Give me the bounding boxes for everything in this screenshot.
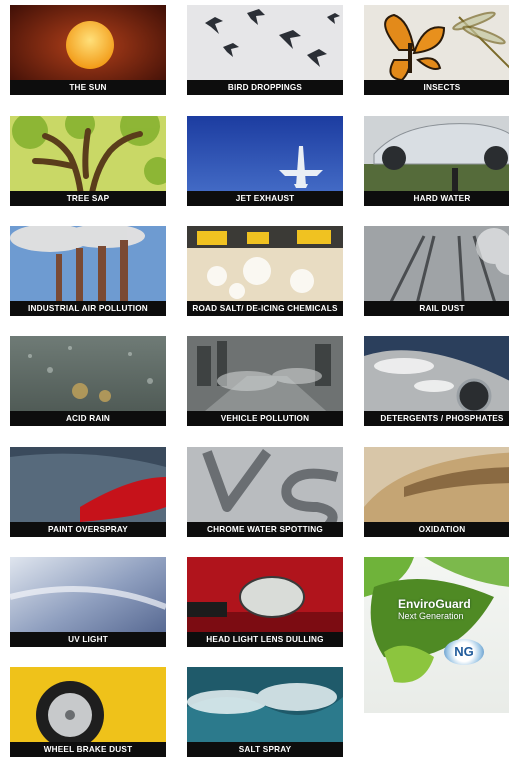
brand-subtitle: Next Generation [398,611,464,621]
tile-road-salt: ROAD SALT/ DE-ICING CHEMICALS [187,226,343,316]
tile-vehicle-pollution: VEHICLE POLLUTION [187,336,343,426]
tile-label: SALT SPRAY [187,742,343,757]
tile-label: OXIDATION [364,522,509,537]
tile-bird-droppings: BIRD DROPPINGS [187,5,343,95]
tile-label: ACID RAIN [10,411,166,426]
tile-tree-sap: TREE SAP [10,116,166,206]
tile-paint-overspray: PAINT OVERSPRAY [10,447,166,537]
tile-the-sun: THE SUN [10,5,166,95]
tile-wheel-brake-dust: WHEEL BRAKE DUST [10,667,166,757]
tile-uv-light: UV LIGHT [10,557,166,647]
tile-jet-exhaust: JET EXHAUST [187,116,343,206]
brand-title: EnviroGuard [398,597,471,611]
tile-industrial-air-pollution: INDUSTRIAL AIR POLLUTION [10,226,166,316]
tile-label: UV LIGHT [10,632,166,647]
tile-hard-water: HARD WATER [364,116,509,206]
tile-label: VEHICLE POLLUTION [187,411,343,426]
leaves-image [364,557,509,683]
tile-detergents-phosphates: DETERGENTS / PHOSPHATES [364,336,509,426]
tile-label: INSECTS [364,80,509,95]
enviroguard-brand-panel: EnviroGuard Next Generation NG [364,557,509,713]
tile-oxidation: OXIDATION [364,447,509,537]
tile-label: THE SUN [10,80,166,95]
tile-label: PAINT OVERSPRAY [10,522,166,537]
tile-label: TREE SAP [10,191,166,206]
tile-label: HEAD LIGHT LENS DULLING [187,632,343,647]
tile-label: WHEEL BRAKE DUST [10,742,166,757]
tile-head-light-lens-dulling: HEAD LIGHT LENS DULLING [187,557,343,647]
tile-label: JET EXHAUST [187,191,343,206]
tile-rail-dust: RAIL DUST [364,226,509,316]
ng-badge-icon: NG [444,639,484,665]
tile-label: ROAD SALT/ DE-ICING CHEMICALS [187,301,343,316]
tile-label: DETERGENTS / PHOSPHATES [364,411,509,426]
tile-acid-rain: ACID RAIN [10,336,166,426]
tile-label: INDUSTRIAL AIR POLLUTION [10,301,166,316]
tile-label: BIRD DROPPINGS [187,80,343,95]
tile-salt-spray: SALT SPRAY [187,667,343,757]
tile-chrome-water-spotting: CHROME WATER SPOTTING [187,447,343,537]
tile-insects: INSECTS [364,5,509,95]
tile-label: RAIL DUST [364,301,509,316]
tile-label: HARD WATER [364,191,509,206]
tile-label: CHROME WATER SPOTTING [187,522,343,537]
